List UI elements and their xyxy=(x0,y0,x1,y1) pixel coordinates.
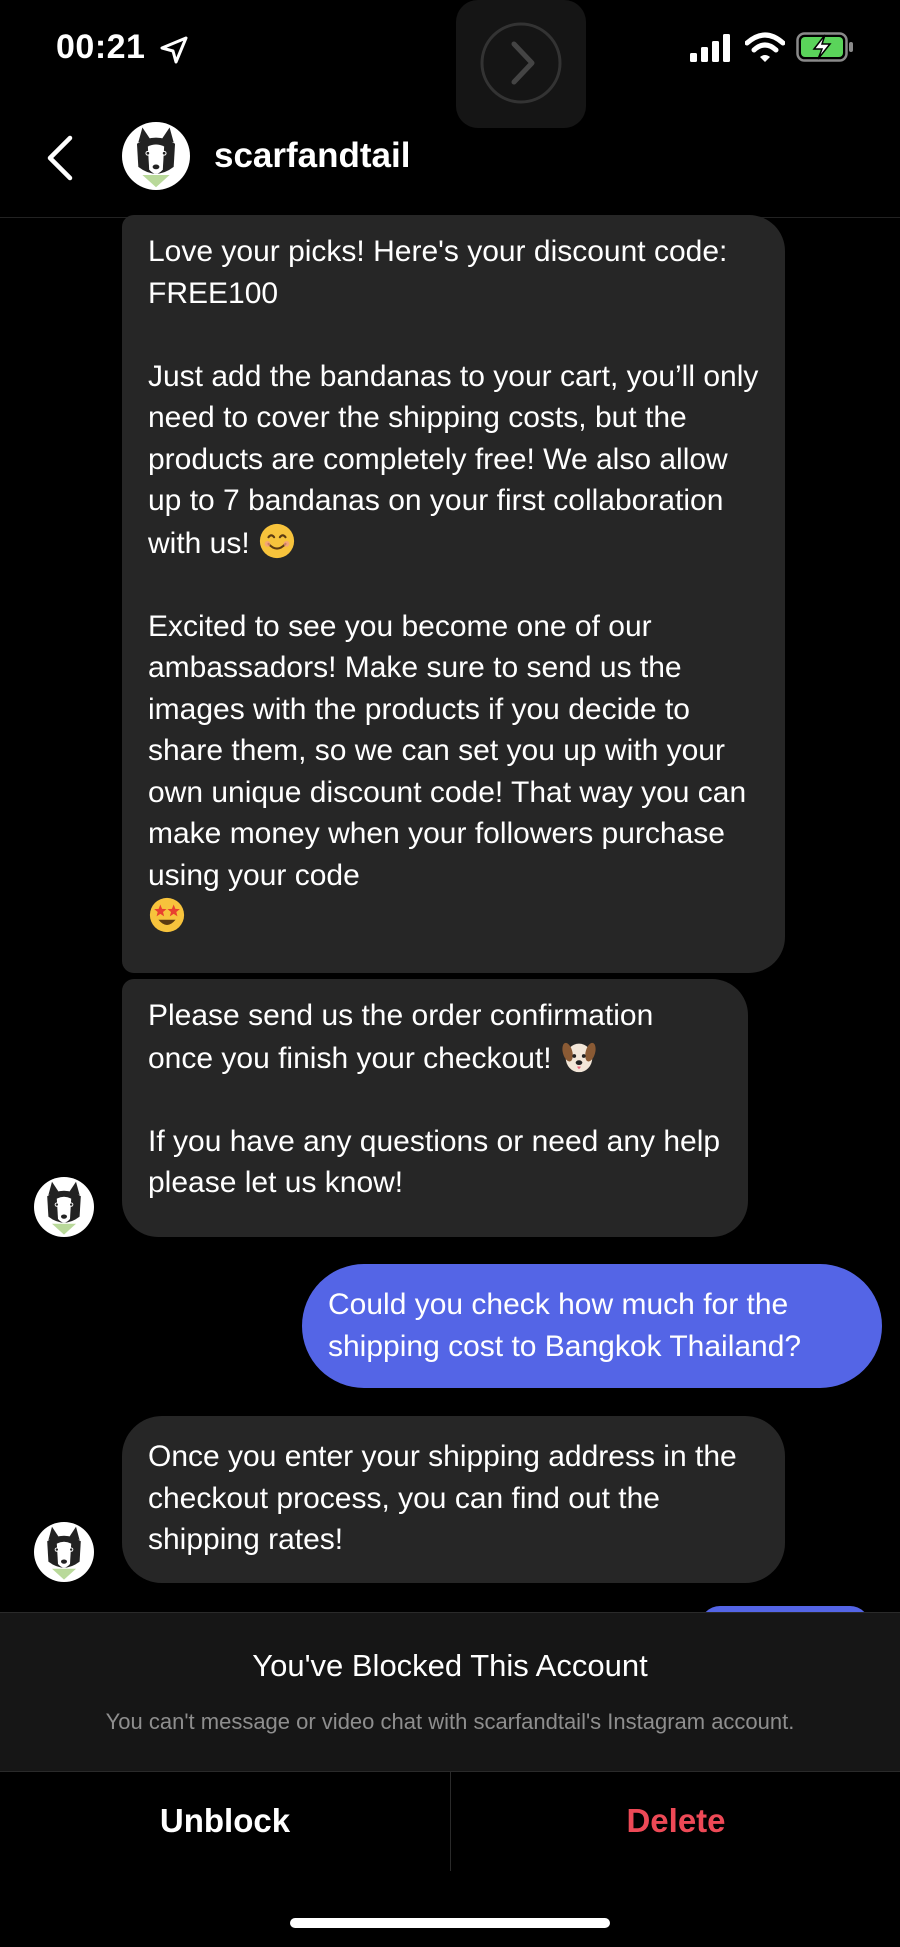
unblock-button[interactable]: Unblock xyxy=(0,1771,450,1871)
message-text: Once you enter your shipping address in … xyxy=(148,1440,746,1556)
contact-username[interactable]: scarfandtail xyxy=(214,136,410,176)
outgoing-message-bubble[interactable]: Could you check how much for the shippin… xyxy=(302,1264,882,1388)
incoming-message-bubble[interactable]: Once you enter your shipping address in … xyxy=(122,1416,785,1583)
message-text: Excited to see you become one of our amb… xyxy=(148,609,755,892)
star-struck-emoji-icon xyxy=(149,897,185,933)
avatar[interactable] xyxy=(122,122,190,190)
status-time: 00:21 xyxy=(56,28,146,66)
conversation-header: scarfandtail xyxy=(0,100,900,218)
message-text: Just add the bandanas to your cart, you’… xyxy=(148,359,767,560)
dog-face-emoji-icon xyxy=(562,1042,596,1072)
incoming-message-bubble[interactable]: Love your picks! Here's your discount co… xyxy=(122,215,785,973)
blocked-title: You've Blocked This Account xyxy=(252,1648,648,1683)
screen-recording-icon xyxy=(480,22,562,104)
message-text: If you have any questions or need any he… xyxy=(148,1124,729,1200)
message-text: Could you check how much for the shippin… xyxy=(328,1288,802,1363)
location-arrow-icon xyxy=(160,36,188,64)
cellular-signal-icon xyxy=(690,34,730,62)
avatar[interactable] xyxy=(34,1522,94,1582)
avatar[interactable] xyxy=(34,1177,94,1237)
blocked-account-banner: You've Blocked This Account You can't me… xyxy=(0,1612,900,1772)
wifi-icon xyxy=(745,32,785,62)
blocked-actions: Unblock Delete xyxy=(0,1771,900,1871)
status-bar: 00:21 xyxy=(0,0,900,128)
home-indicator[interactable] xyxy=(290,1918,610,1928)
smiling-face-emoji-icon xyxy=(259,523,295,558)
battery-charging-icon xyxy=(796,32,853,62)
message-text: Love your picks! Here's your discount co… xyxy=(148,235,736,310)
message-text: Please send us the order confirmation on… xyxy=(148,999,662,1075)
delete-button[interactable]: Delete xyxy=(451,1771,900,1871)
blocked-subtitle: You can't message or video chat with sca… xyxy=(105,1709,795,1734)
incoming-message-bubble[interactable]: Please send us the order confirmation on… xyxy=(122,979,748,1237)
back-chevron-icon[interactable] xyxy=(36,130,86,186)
